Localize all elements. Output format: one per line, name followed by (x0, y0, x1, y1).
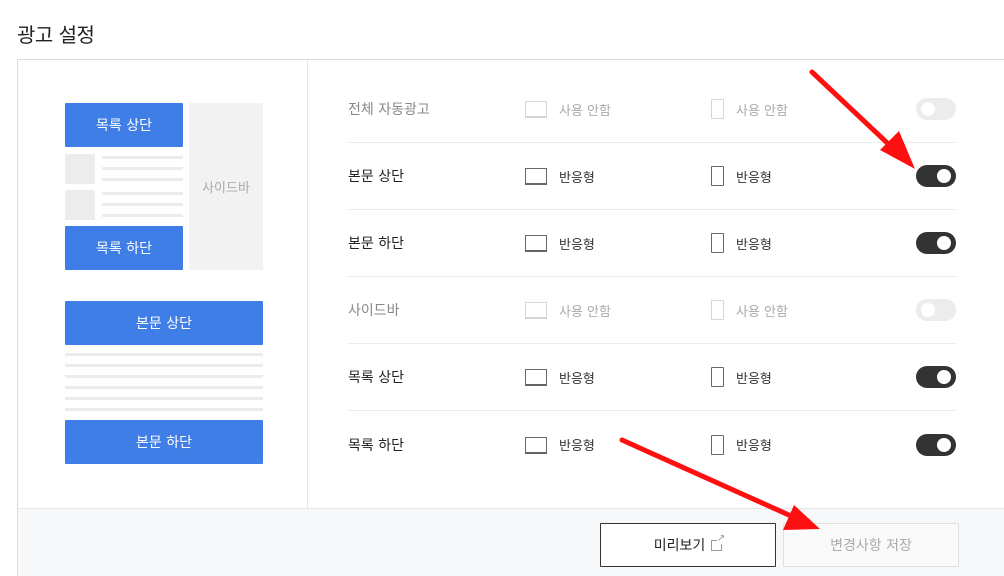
mobile-option[interactable]: 사용 안함 (711, 300, 788, 320)
mobile-icon (711, 434, 724, 455)
preview-line (102, 178, 183, 181)
setting-row-list-bottom: 목록 하단 반응형 반응형 (348, 411, 956, 478)
toggle-body-bottom[interactable] (916, 232, 956, 254)
preview-line (102, 156, 183, 159)
mobile-icon (711, 166, 724, 186)
pc-option-text: 사용 안함 (559, 103, 611, 119)
toggle-knob (937, 236, 951, 250)
preview-body-bottom: 본문 하단 (65, 420, 263, 464)
preview-line (65, 364, 263, 367)
pc-option-text: 반응형 (559, 371, 595, 387)
preview-line (65, 408, 263, 411)
desktop-icon (525, 436, 547, 454)
setting-row-body-top: 본문 상단 반응형 반응형 (348, 143, 956, 210)
toggle-auto-ads[interactable] (916, 98, 956, 120)
preview-line (102, 167, 183, 170)
preview-thumbnail (65, 190, 95, 220)
pc-option-text: 반응형 (559, 170, 595, 186)
mobile-option-text: 반응형 (736, 170, 772, 186)
setting-row-body-bottom: 본문 하단 반응형 반응형 (348, 210, 956, 277)
ad-layout-preview: 목록 상단 사이드바 목록 하단 본문 상단 본문 하단 (18, 60, 308, 508)
preview-button-label: 미리보기 (653, 538, 706, 554)
toggle-body-top[interactable] (916, 165, 956, 187)
pc-option[interactable]: 반응형 (525, 167, 595, 186)
toggle-knob (921, 102, 935, 116)
toggle-knob (937, 370, 951, 384)
pc-option-text: 사용 안함 (559, 304, 611, 320)
mobile-icon (711, 367, 724, 387)
mobile-option[interactable]: 반응형 (711, 233, 772, 253)
preview-line (65, 386, 263, 389)
preview-line (102, 203, 183, 206)
pc-option[interactable]: 사용 안함 (525, 301, 611, 320)
setting-row-list-top: 목록 상단 반응형 반응형 (348, 344, 956, 411)
pc-option[interactable]: 반응형 (525, 368, 595, 387)
toggle-knob (921, 303, 935, 317)
toggle-sidebar[interactable] (916, 299, 956, 321)
setting-label: 사이드바 (348, 303, 400, 319)
preview-line (102, 214, 183, 217)
pc-option[interactable]: 반응형 (525, 435, 595, 454)
pc-option[interactable]: 반응형 (525, 234, 595, 253)
toggle-list-top[interactable] (916, 366, 956, 388)
toggle-knob (937, 169, 951, 183)
mobile-icon (711, 233, 724, 253)
desktop-icon (525, 101, 547, 118)
pc-option[interactable]: 사용 안함 (525, 100, 611, 119)
pc-option-text: 반응형 (559, 439, 595, 454)
desktop-icon (525, 369, 547, 386)
mobile-icon (711, 99, 724, 119)
save-button-label: 변경사항 저장 (830, 538, 912, 554)
mobile-option[interactable]: 반응형 (711, 166, 772, 186)
pc-option-text: 반응형 (559, 237, 595, 253)
mobile-option[interactable]: 반응형 (711, 434, 772, 455)
preview-thumbnail (65, 154, 95, 184)
preview-sidebar: 사이드바 (189, 103, 263, 270)
mobile-option-text: 사용 안함 (736, 304, 788, 320)
mobile-option[interactable]: 반응형 (711, 367, 772, 387)
preview-button[interactable]: 미리보기 (600, 523, 776, 567)
mobile-option-text: 사용 안함 (736, 103, 788, 119)
mobile-option-text: 반응형 (736, 439, 772, 454)
setting-label: 목록 상단 (348, 370, 404, 386)
preview-list-top: 목록 상단 (65, 103, 183, 147)
mobile-option-text: 반응형 (736, 371, 772, 387)
setting-row-sidebar: 사이드바 사용 안함 사용 안함 (348, 277, 956, 344)
preview-line (65, 375, 263, 378)
desktop-icon (525, 168, 547, 185)
setting-label: 본문 하단 (348, 236, 404, 252)
preview-line (65, 397, 263, 400)
page-title: 광고 설정 (17, 23, 95, 47)
preview-body-top: 본문 상단 (65, 301, 263, 345)
desktop-icon (525, 302, 547, 319)
mobile-option-text: 반응형 (736, 237, 772, 253)
setting-label: 본문 상단 (348, 169, 404, 185)
ad-settings-panel: 목록 상단 사이드바 목록 하단 본문 상단 본문 하단 전체 자동광고 사용 … (17, 59, 1004, 576)
preview-line (102, 192, 183, 195)
mobile-option[interactable]: 사용 안함 (711, 99, 788, 119)
mobile-icon (711, 300, 724, 320)
settings-footer: 미리보기 변경사항 저장 (18, 508, 1004, 576)
setting-row-auto-ads: 전체 자동광고 사용 안함 사용 안함 (348, 76, 956, 143)
setting-label: 목록 하단 (348, 437, 404, 454)
ad-position-settings: 전체 자동광고 사용 안함 사용 안함 본문 상단 반응형 반응형 본문 하단 … (348, 76, 956, 478)
toggle-list-bottom[interactable] (916, 433, 956, 456)
external-link-icon (711, 533, 726, 551)
setting-label: 전체 자동광고 (348, 102, 430, 118)
desktop-icon (525, 235, 547, 252)
preview-line (65, 353, 263, 356)
save-changes-button[interactable]: 변경사항 저장 (783, 523, 959, 567)
toggle-knob (937, 437, 951, 452)
preview-list-bottom: 목록 하단 (65, 226, 183, 270)
